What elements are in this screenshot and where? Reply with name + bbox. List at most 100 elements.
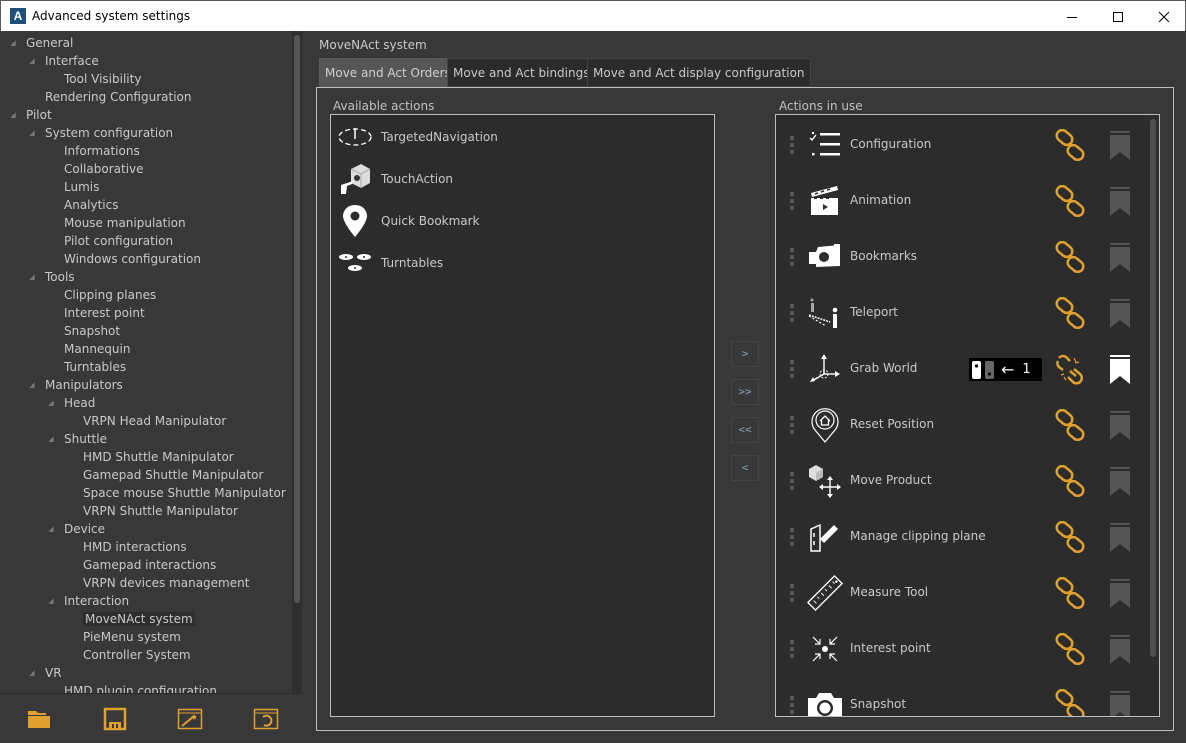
maximize-button[interactable]	[1095, 1, 1141, 32]
reset-button[interactable]	[253, 706, 279, 732]
available-action-item[interactable]: Turntables	[337, 245, 443, 281]
tree-item[interactable]: VRPN devices management	[65, 574, 249, 592]
action-in-use-item[interactable]: Move Product	[776, 453, 1146, 509]
tree-item[interactable]: Mouse manipulation	[46, 214, 186, 232]
save-button[interactable]	[102, 706, 128, 732]
tree-item[interactable]: Lumis	[46, 178, 99, 196]
available-action-item[interactable]: Quick Bookmark	[337, 203, 480, 239]
link-toggle-button[interactable]	[1054, 184, 1086, 218]
tree-item[interactable]: ◢ Shuttle	[46, 430, 107, 448]
actions-in-use-list[interactable]: Configuration Animation Bookmarks Teleport G…	[775, 114, 1160, 717]
drag-handle-icon[interactable]	[790, 248, 794, 266]
open-folder-button[interactable]	[26, 706, 52, 732]
actions-in-use-scrollbar[interactable]	[1148, 117, 1158, 714]
expand-arrow-icon[interactable]: ◢	[46, 592, 56, 610]
remove-all-actions-button[interactable]: <<	[731, 417, 759, 443]
tree-item[interactable]: HMD interactions	[65, 538, 187, 556]
drag-handle-icon[interactable]	[790, 416, 794, 434]
bookmark-toggle-button[interactable]	[1110, 355, 1130, 385]
tree-item[interactable]: Informations	[46, 142, 140, 160]
tree-item[interactable]: Rendering Configuration	[27, 88, 191, 106]
link-toggle-button[interactable]	[1054, 520, 1086, 554]
minimize-button[interactable]	[1049, 1, 1095, 32]
tree-item[interactable]: ◢ Head	[46, 394, 95, 412]
bookmark-toggle-button[interactable]	[1110, 187, 1130, 217]
bookmark-toggle-button[interactable]	[1110, 299, 1130, 329]
expand-arrow-icon[interactable]: ◢	[27, 124, 37, 142]
bookmark-toggle-button[interactable]	[1110, 131, 1130, 161]
action-in-use-item[interactable]: Configuration	[776, 117, 1146, 173]
tree-item[interactable]: Interest point	[46, 304, 145, 322]
add-action-button[interactable]: >	[731, 341, 759, 367]
bookmark-toggle-button[interactable]	[1110, 635, 1130, 665]
expand-arrow-icon[interactable]: ◢	[46, 394, 56, 412]
expand-arrow-icon[interactable]: ◢	[27, 664, 37, 682]
bookmark-toggle-button[interactable]	[1110, 467, 1130, 497]
remove-action-button[interactable]: <	[731, 455, 759, 481]
tab-move-and-act-bindings[interactable]: Move and Act bindings	[447, 58, 596, 87]
link-toggle-button[interactable]	[1054, 688, 1086, 716]
expand-arrow-icon[interactable]: ◢	[8, 106, 18, 124]
tree-item[interactable]: ◢ Device	[46, 520, 105, 538]
expand-arrow-icon[interactable]: ◢	[27, 376, 37, 394]
tree-scrollbar[interactable]	[292, 31, 302, 693]
tree-item[interactable]: ◢ System configuration	[27, 124, 173, 142]
link-toggle-button[interactable]	[1054, 408, 1086, 442]
expand-arrow-icon[interactable]: ◢	[46, 430, 56, 448]
tree-item[interactable]: Analytics	[46, 196, 119, 214]
tree-item[interactable]: ◢ Interaction	[46, 592, 129, 610]
tree-item[interactable]: Clipping planes	[46, 286, 156, 304]
available-action-item[interactable]: TouchAction	[337, 161, 453, 197]
tree-scrollbar-thumb[interactable]	[294, 35, 300, 603]
bookmark-toggle-button[interactable]	[1110, 691, 1130, 716]
tree-item[interactable]: Space mouse Shuttle Manipulator	[65, 484, 286, 502]
tree-item[interactable]: Controller System	[65, 646, 191, 664]
tree-item[interactable]: ◢ Manipulators	[27, 376, 123, 394]
drag-handle-icon[interactable]	[790, 696, 794, 714]
bookmark-toggle-button[interactable]	[1110, 243, 1130, 273]
action-in-use-item[interactable]: Reset Position	[776, 397, 1146, 453]
tab-move-and-act-orders[interactable]: Move and Act Orders	[319, 58, 457, 87]
add-all-actions-button[interactable]: >>	[731, 379, 759, 405]
tree-item[interactable]: Tool Visibility	[46, 70, 141, 88]
tree-item[interactable]: VRPN Shuttle Manipulator	[65, 502, 238, 520]
tree-item[interactable]: Gamepad Shuttle Manipulator	[65, 466, 263, 484]
drag-handle-icon[interactable]	[790, 640, 794, 658]
tree-item[interactable]: ◢ VR	[27, 664, 61, 682]
tree-item[interactable]: Snapshot	[46, 322, 120, 340]
drag-handle-icon[interactable]	[790, 528, 794, 546]
action-in-use-item[interactable]: Animation	[776, 173, 1146, 229]
tree-item[interactable]: ◢ General	[8, 34, 73, 52]
expand-arrow-icon[interactable]: ◢	[27, 268, 37, 286]
expand-arrow-icon[interactable]: ◢	[27, 52, 37, 70]
action-in-use-item[interactable]: Interest point	[776, 621, 1146, 677]
drag-handle-icon[interactable]	[790, 192, 794, 210]
bookmark-toggle-button[interactable]	[1110, 579, 1130, 609]
tree-item[interactable]: Pilot configuration	[46, 232, 173, 250]
available-actions-list[interactable]: TargetedNavigation TouchAction Quick Boo…	[330, 114, 715, 717]
action-in-use-item[interactable]: Measure Tool	[776, 565, 1146, 621]
drag-handle-icon[interactable]	[790, 472, 794, 490]
binding-badge[interactable]: ← 1	[969, 358, 1042, 381]
tree-item[interactable]: MoveNAct system	[65, 610, 195, 628]
tree-item[interactable]: VRPN Head Manipulator	[65, 412, 226, 430]
link-toggle-button[interactable]	[1054, 576, 1086, 610]
drag-handle-icon[interactable]	[790, 304, 794, 322]
expand-arrow-icon[interactable]: ◢	[8, 34, 18, 52]
link-toggle-button[interactable]	[1054, 464, 1086, 498]
link-toggle-button[interactable]	[1054, 632, 1086, 666]
tree-item[interactable]: Turntables	[46, 358, 126, 376]
tree-item[interactable]: Windows configuration	[46, 250, 201, 268]
action-in-use-item[interactable]: Manage clipping plane	[776, 509, 1146, 565]
tree-item[interactable]: ◢ Pilot	[8, 106, 51, 124]
bookmark-toggle-button[interactable]	[1110, 411, 1130, 441]
magic-wand-button[interactable]	[177, 706, 203, 732]
action-in-use-item[interactable]: Snapshot	[776, 677, 1146, 716]
tree-item[interactable]: ◢ Tools	[27, 268, 74, 286]
tree-item[interactable]: HMD plugin configuration	[46, 682, 217, 693]
link-toggle-button[interactable]	[1054, 353, 1086, 385]
drag-handle-icon[interactable]	[790, 584, 794, 602]
close-button[interactable]	[1141, 1, 1186, 32]
tab-move-and-act-display-configuration[interactable]: Move and Act display configuration	[587, 58, 811, 87]
link-toggle-button[interactable]	[1054, 240, 1086, 274]
